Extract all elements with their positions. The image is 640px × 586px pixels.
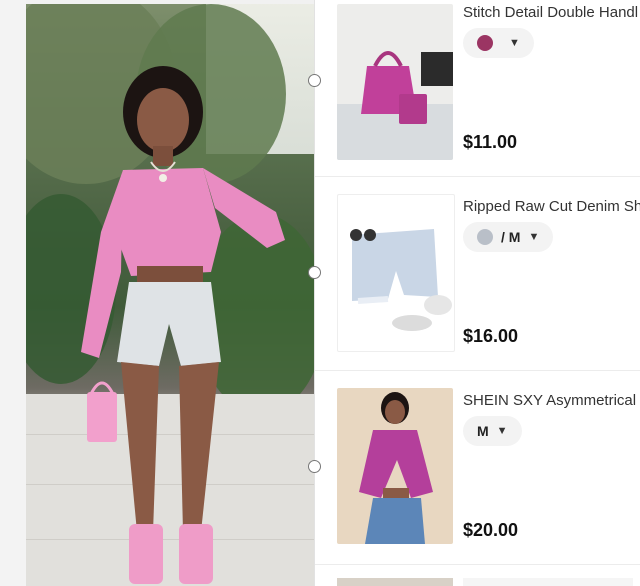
list-item[interactable]: Ripped Raw Cut Denim Sh / M ▼ $16.00 [315, 194, 640, 384]
model-figure [81, 66, 285, 584]
product-price: $20.00 [463, 520, 519, 540]
select-item-radio[interactable] [308, 74, 321, 87]
product-title[interactable]: Ripped Raw Cut Denim Sh [463, 198, 640, 215]
color-swatch [477, 229, 493, 245]
variant-selector[interactable]: / M ▼ [463, 222, 554, 252]
product-title[interactable]: SHEIN SXY Asymmetrical I [463, 392, 640, 409]
product-thumbnail[interactable] [337, 4, 453, 160]
chevron-down-icon: ▼ [528, 231, 540, 243]
select-item-radio[interactable] [308, 266, 321, 279]
product-list: Stitch Detail Double Handl ▼ $11.00 Ripp… [314, 0, 640, 586]
variant-label: / M [501, 229, 521, 245]
list-item[interactable]: SHEIN SXY Asymmetrical I M ▼ $20.00 [315, 388, 640, 578]
next-product-thumbnail-partial[interactable] [337, 578, 453, 586]
product-price: $16.00 [463, 326, 519, 346]
select-item-radio[interactable] [308, 460, 321, 473]
variant-label: M [477, 423, 489, 439]
color-swatch [477, 35, 493, 51]
variant-selector[interactable]: M ▼ [463, 416, 522, 446]
product-thumbnail[interactable] [337, 388, 453, 544]
chevron-down-icon: ▼ [496, 425, 508, 437]
left-gutter [0, 0, 26, 586]
divider [315, 370, 640, 371]
next-product-title-partial [463, 578, 633, 586]
chevron-down-icon: ▼ [509, 37, 520, 49]
variant-selector[interactable]: ▼ [463, 28, 534, 58]
product-thumbnail[interactable] [337, 194, 455, 352]
list-item[interactable]: Stitch Detail Double Handl ▼ $11.00 [315, 0, 640, 190]
product-title[interactable]: Stitch Detail Double Handl [463, 4, 640, 21]
look-photo [26, 4, 314, 586]
top-image [359, 392, 433, 544]
divider [315, 564, 640, 565]
product-price: $11.00 [463, 132, 518, 152]
bag-image [337, 51, 453, 160]
divider [315, 176, 640, 177]
shorts-image [350, 229, 452, 331]
